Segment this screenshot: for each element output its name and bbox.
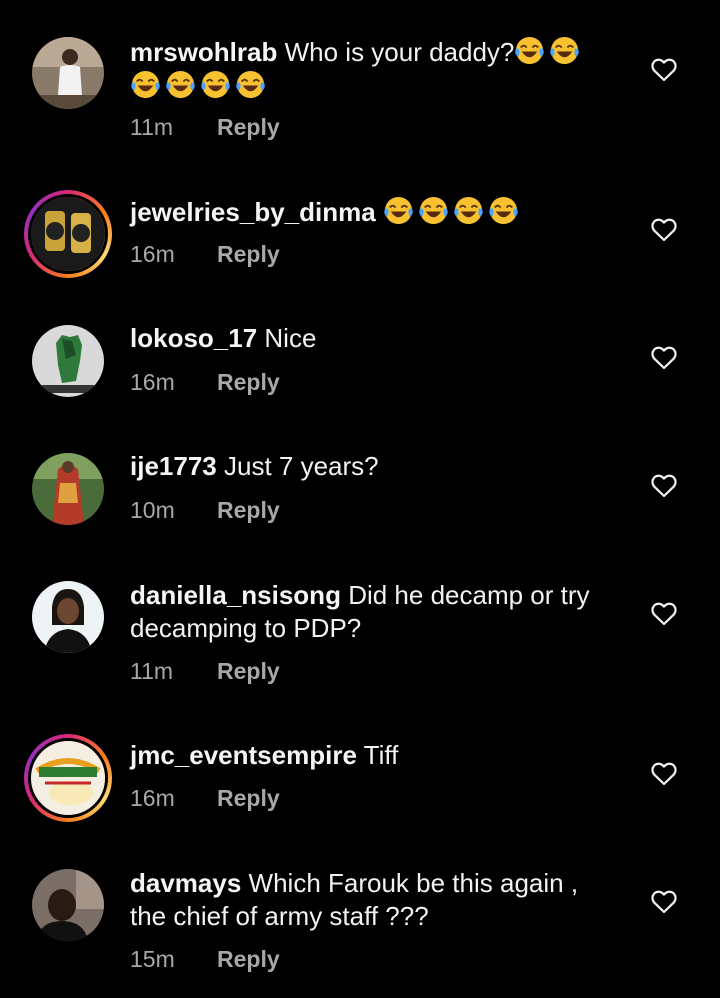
comment-username[interactable]: lokoso_17 — [130, 323, 257, 353]
avatar-image — [28, 738, 108, 818]
comment-body: Nice — [264, 323, 317, 353]
reply-button[interactable]: Reply — [217, 785, 280, 811]
heart-outline-icon — [651, 218, 677, 242]
comment-time: 11m — [130, 114, 174, 140]
comment-username[interactable]: jmc_eventsempire — [130, 740, 357, 770]
comment-text: ije1773 Just 7 years? — [130, 450, 610, 483]
comment-body: Tiff — [363, 740, 399, 770]
avatar[interactable] — [32, 453, 104, 525]
heart-outline-icon — [651, 890, 677, 914]
like-button[interactable] — [651, 762, 677, 786]
comment-meta: 11m Reply — [130, 658, 280, 685]
face-with-tears-of-joy-emoji — [419, 196, 448, 225]
face-with-tears-of-joy-emoji — [454, 196, 483, 225]
comment-time: 10m — [130, 497, 175, 523]
like-button[interactable] — [651, 218, 677, 242]
face-with-tears-of-joy-emoji — [550, 36, 580, 65]
heart-outline-icon — [651, 58, 677, 82]
comment-meta: 15m Reply — [130, 946, 280, 973]
like-button[interactable] — [651, 474, 677, 498]
avatar[interactable] — [24, 190, 112, 278]
like-button[interactable] — [651, 602, 677, 626]
comment-username[interactable]: mrswohlrab — [130, 37, 277, 67]
like-button[interactable] — [651, 890, 677, 914]
face-with-tears-of-joy-emoji — [201, 70, 230, 99]
heart-outline-icon — [651, 602, 677, 626]
face-with-tears-of-joy-emoji — [236, 70, 265, 99]
avatar[interactable] — [32, 325, 104, 397]
comment-meta: 16m Reply — [130, 369, 280, 396]
like-button[interactable] — [651, 58, 677, 82]
avatar[interactable] — [32, 581, 104, 653]
avatar[interactable] — [32, 37, 104, 109]
emoji-group — [383, 196, 523, 227]
face-with-tears-of-joy-emoji — [166, 70, 195, 99]
avatar-image — [28, 194, 108, 274]
comment-text: jmc_eventsempire Tiff — [130, 739, 610, 772]
face-with-tears-of-joy-emoji — [131, 70, 160, 99]
comment-text: lokoso_17 Nice — [130, 322, 610, 355]
reply-button[interactable]: Reply — [217, 658, 280, 684]
avatar[interactable] — [32, 869, 104, 941]
reply-button[interactable]: Reply — [217, 369, 280, 395]
reply-button[interactable]: Reply — [217, 114, 280, 140]
comment-text: davmays Which Farouk be this again , the… — [130, 867, 610, 933]
avatar[interactable] — [24, 734, 112, 822]
comment-username[interactable]: ije1773 — [130, 451, 217, 481]
comment-time: 15m — [130, 946, 175, 972]
comment-time: 16m — [130, 369, 175, 395]
comment-meta: 11m Reply — [130, 114, 280, 141]
comment-username[interactable]: daniella_nsisong — [130, 580, 341, 610]
comment-time: 16m — [130, 785, 175, 811]
comment-time: 16m — [130, 241, 175, 267]
comment-body: Who is your daddy? — [284, 37, 515, 67]
reply-button[interactable]: Reply — [217, 497, 280, 523]
heart-outline-icon — [651, 346, 677, 370]
comment-time: 11m — [130, 658, 174, 684]
comment-meta: 10m Reply — [130, 497, 280, 524]
reply-button[interactable]: Reply — [217, 241, 280, 267]
comment-meta: 16m Reply — [130, 241, 280, 268]
comment-meta: 16m Reply — [130, 785, 280, 812]
comment-text: daniella_nsisong Did he decamp or try de… — [130, 579, 610, 645]
comment-username[interactable]: davmays — [130, 868, 241, 898]
like-button[interactable] — [651, 346, 677, 370]
face-with-tears-of-joy-emoji — [515, 36, 545, 65]
comment-text: jewelries_by_dinma — [130, 195, 610, 229]
heart-outline-icon — [651, 474, 677, 498]
reply-button[interactable]: Reply — [217, 946, 280, 972]
comment-text: mrswohlrab Who is your daddy? — [130, 35, 610, 103]
heart-outline-icon — [651, 762, 677, 786]
comment-body: Just 7 years? — [223, 451, 379, 481]
comment-username[interactable]: jewelries_by_dinma — [130, 197, 376, 227]
face-with-tears-of-joy-emoji — [489, 196, 518, 225]
face-with-tears-of-joy-emoji — [384, 196, 413, 225]
